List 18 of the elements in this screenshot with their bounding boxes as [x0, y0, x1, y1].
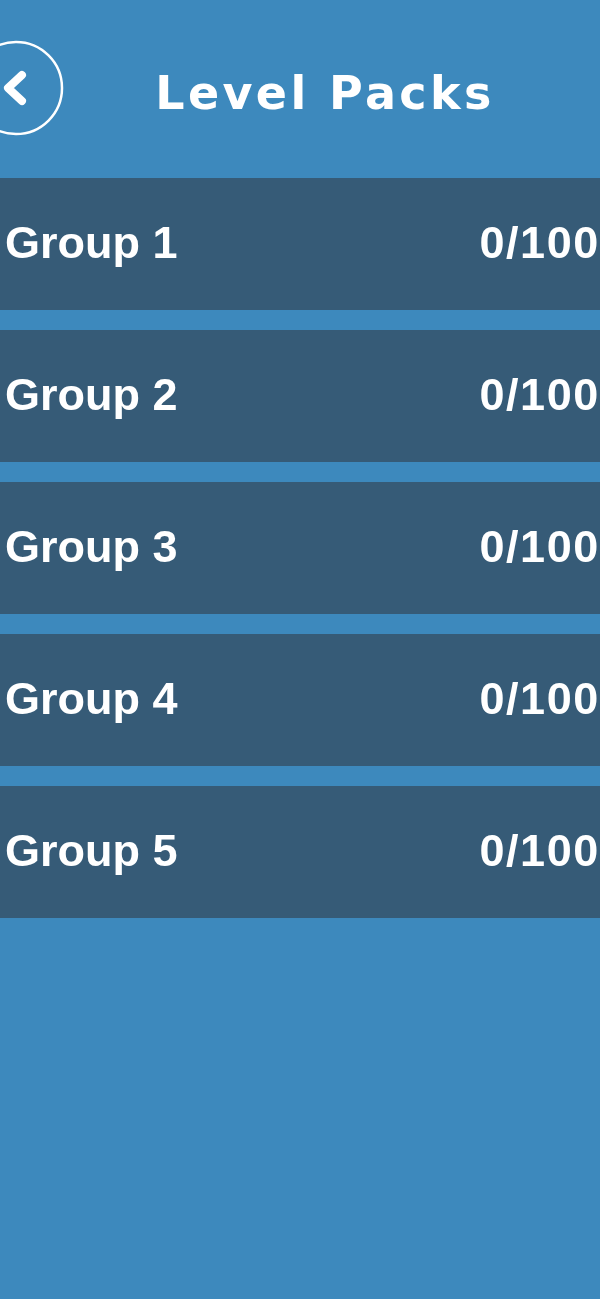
back-icon — [0, 39, 64, 137]
levels-count: 0/100 — [479, 218, 600, 268]
group-row[interactable]: Group 4 0/100 — [0, 634, 600, 766]
group-row[interactable]: Group 2 0/100 — [0, 330, 600, 462]
levels-count: 0/100 — [479, 826, 600, 876]
levels-count: 0/100 — [479, 522, 600, 572]
group-name: Group 3 — [5, 522, 178, 572]
levels-count: 0/100 — [479, 370, 600, 420]
group-row[interactable]: Group 1 0/100 — [0, 178, 600, 310]
group-name: Group 1 — [5, 218, 178, 268]
levels-count: 0/100 — [479, 674, 600, 724]
group-name: Group 5 — [5, 826, 178, 876]
back-button[interactable] — [0, 39, 64, 137]
group-row[interactable]: Group 5 0/100 — [0, 786, 600, 918]
group-name: Group 4 — [5, 674, 178, 724]
page-title: Level Packs — [154, 70, 496, 116]
group-name: Group 2 — [5, 370, 178, 420]
group-row[interactable]: Group 3 0/100 — [0, 482, 600, 614]
